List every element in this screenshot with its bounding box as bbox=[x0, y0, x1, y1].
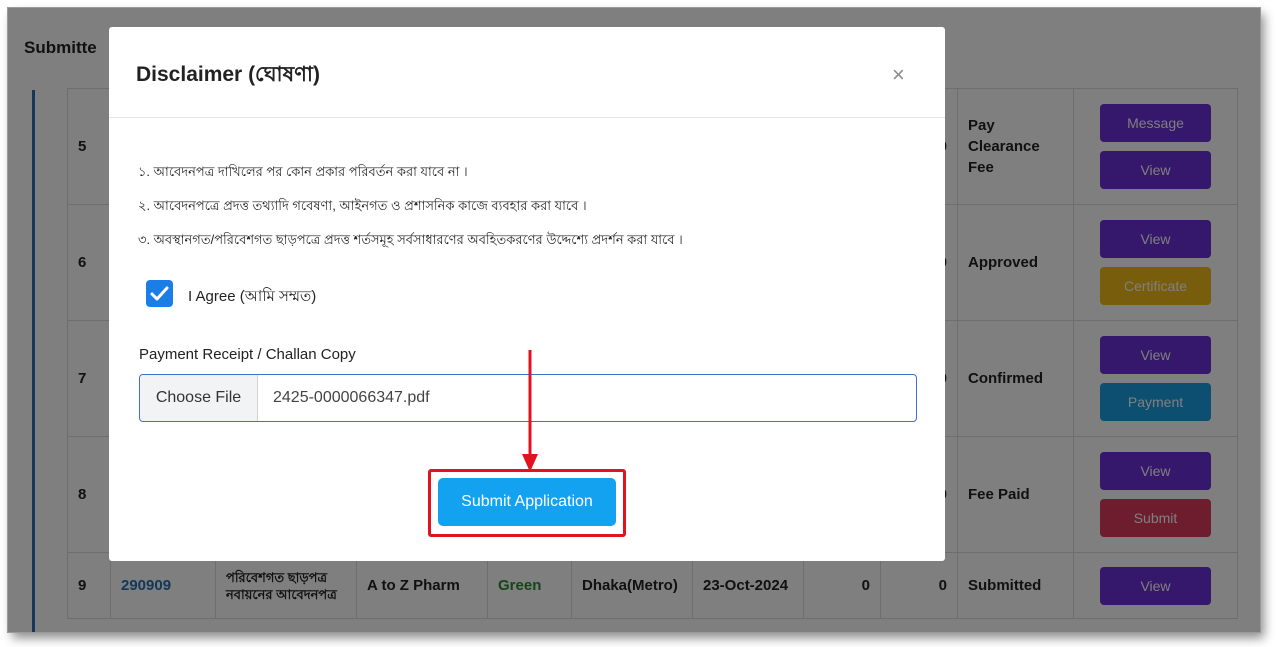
close-icon[interactable]: × bbox=[892, 62, 905, 88]
screenshot-frame: Submitte 550Pay Clearance FeeMessageView… bbox=[8, 8, 1260, 632]
modal-header-divider bbox=[109, 117, 945, 118]
selected-file-name: 2425-0000066347.pdf bbox=[273, 389, 430, 406]
submit-application-button[interactable]: Submit Application bbox=[438, 478, 616, 526]
choose-file-button[interactable]: Choose File bbox=[140, 375, 258, 421]
disclaimer-clause-3: ৩. অবস্থানগত/পরিবেশগত ছাড়পত্রে প্রদত্ত … bbox=[138, 232, 683, 247]
disclaimer-clause-1: ১. আবেদনপত্র দাখিলের পর কোন প্রকার পরিবর… bbox=[138, 164, 468, 179]
agree-checkbox[interactable] bbox=[146, 280, 173, 307]
receipt-field-label: Payment Receipt / Challan Copy bbox=[139, 346, 356, 363]
disclaimer-modal: Disclaimer (ঘোষণা) × ১. আবেদনপত্র দাখিলে… bbox=[109, 27, 945, 561]
agree-label[interactable]: I Agree (আমি সম্মত) bbox=[188, 285, 316, 310]
disclaimer-clause-2: ২. আবেদনপত্রে প্রদত্ত তথ্যাদি গবেষণা, আই… bbox=[138, 198, 587, 213]
annotation-arrow-down bbox=[522, 350, 538, 472]
checkmark-icon bbox=[150, 286, 169, 301]
modal-title: Disclaimer (ঘোষণা) bbox=[136, 63, 320, 86]
